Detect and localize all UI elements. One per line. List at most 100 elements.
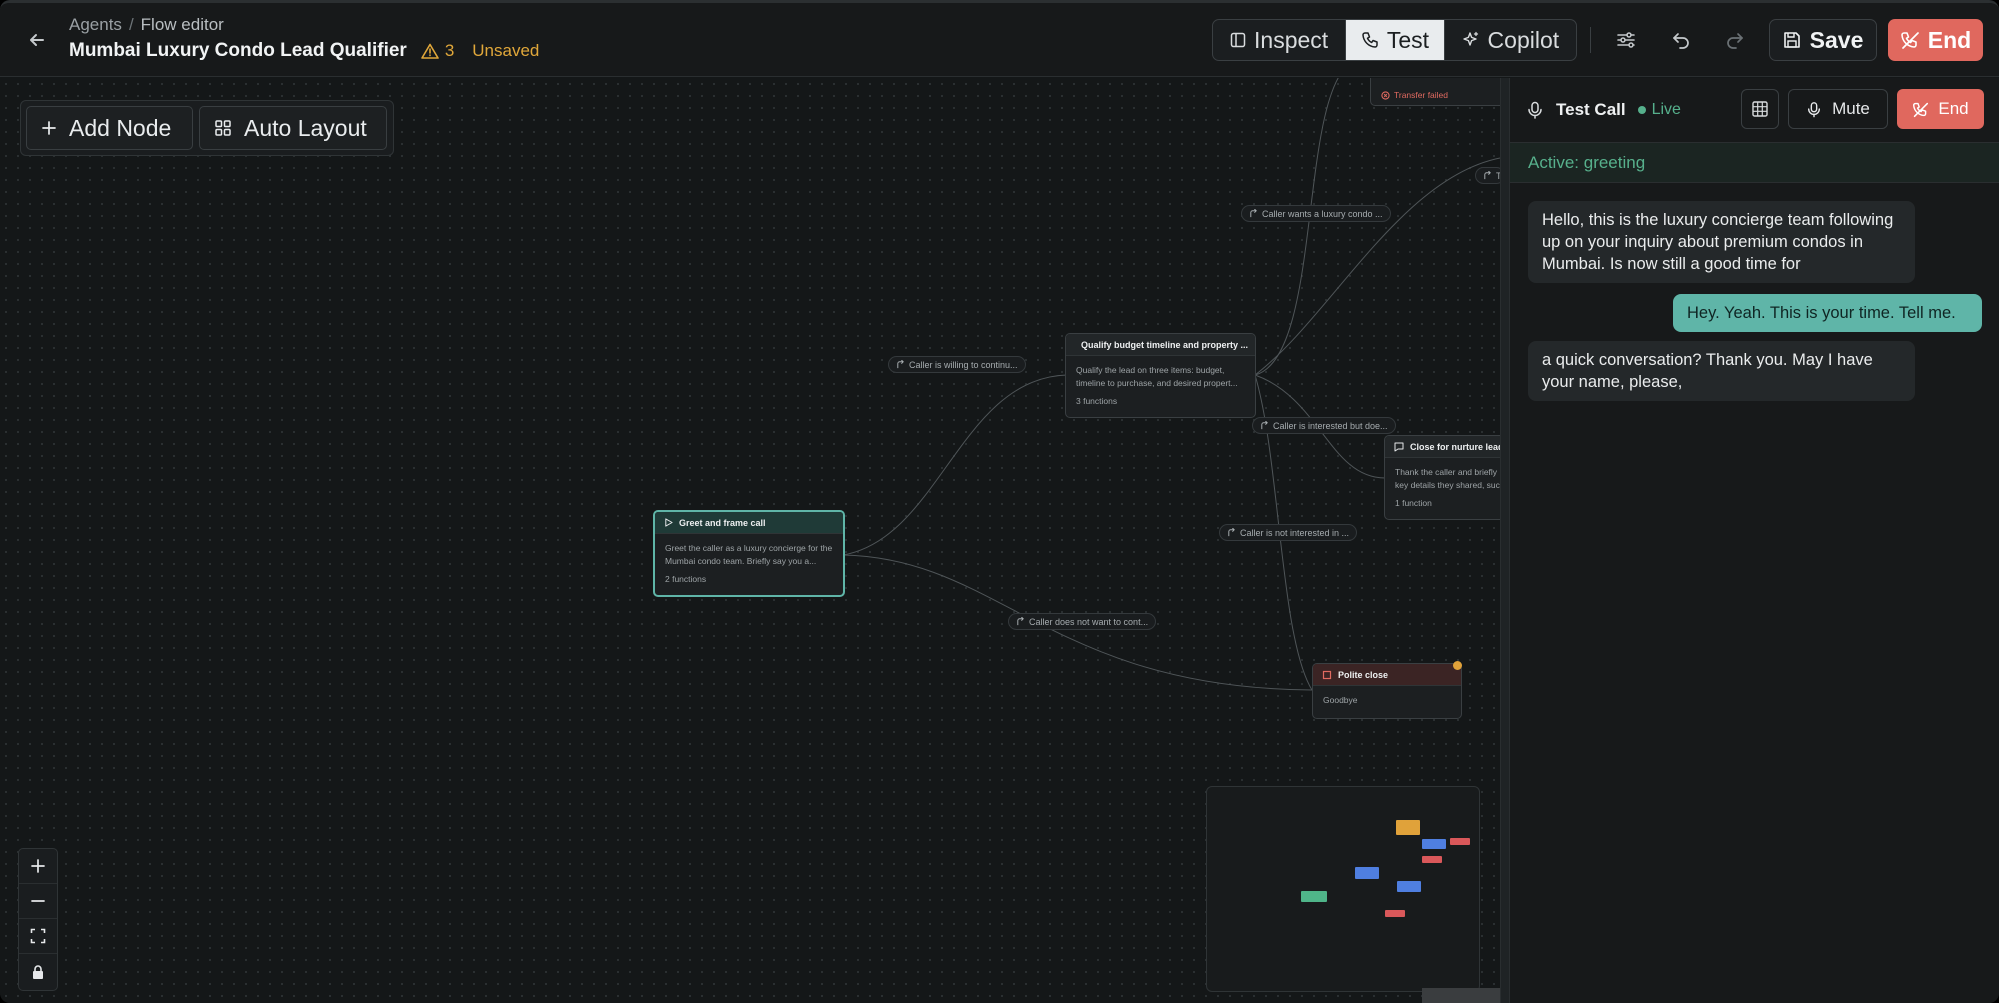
warnings-badge[interactable]: 3	[421, 41, 454, 61]
node-functions: 1 function	[1395, 498, 1432, 508]
auto-layout-label: Auto Layout	[244, 114, 367, 141]
minimap-node	[1422, 839, 1446, 849]
save-button[interactable]: Save	[1769, 19, 1877, 61]
node-title: Polite close	[1338, 669, 1389, 680]
transcript-message-agent: a quick conversation? Thank you. May I h…	[1528, 341, 1915, 401]
end-test-call-button[interactable]: End	[1897, 89, 1984, 129]
edge-label-not-continue[interactable]: Caller does not want to cont...	[1008, 613, 1157, 630]
node-greet[interactable]: Greet and frame call Greet the caller as…	[653, 510, 845, 597]
edge-label-interested-but[interactable]: Caller is interested but doe...	[1252, 417, 1396, 434]
node-body: Greet the caller as a luxury concierge f…	[665, 543, 833, 566]
title-row: Mumbai Luxury Condo Lead Qualifier 3 Uns…	[69, 40, 539, 62]
node-title: Qualify budget timeline and property ...	[1081, 339, 1249, 350]
tab-test[interactable]: Test	[1346, 20, 1445, 60]
transcript-message-user: Hey. Yeah. This is your time. Tell me.	[1673, 294, 1982, 332]
test-call-title: Test Call	[1556, 100, 1626, 119]
node-polite-close[interactable]: Polite close Goodbye	[1312, 663, 1462, 719]
minimap-node	[1396, 820, 1420, 835]
grid-layout-icon	[215, 120, 231, 136]
add-node-button[interactable]: Add Node	[26, 106, 193, 150]
active-node-indicator: Active: greeting	[1510, 143, 1999, 183]
branch-icon	[1484, 171, 1491, 180]
breadcrumb-separator: /	[128, 15, 134, 34]
transcript-message-agent: Hello, this is the luxury concierge team…	[1528, 201, 1915, 283]
arrow-left-icon	[30, 34, 44, 46]
message-square-icon	[1394, 442, 1404, 451]
lock-icon	[33, 964, 43, 979]
live-status: Live	[1651, 101, 1681, 118]
tab-inspect[interactable]: Inspect	[1213, 20, 1347, 60]
minimap-node	[1355, 867, 1379, 879]
unsaved-status: Unsaved	[472, 41, 540, 60]
mute-button[interactable]: Mute	[1788, 89, 1888, 129]
breadcrumb-current: Flow editor	[140, 15, 224, 34]
save-icon	[1783, 32, 1800, 48]
node-qualify[interactable]: Qualify budget timeline and property ...…	[1065, 333, 1256, 418]
branch-icon	[1261, 421, 1268, 430]
tab-copilot[interactable]: Copilot	[1445, 20, 1576, 60]
flow-canvas[interactable]: Add Node Auto Layout Transfer failed Cal…	[0, 78, 1500, 1003]
edge-label-text: Caller does not want to cont...	[1029, 616, 1149, 627]
mode-switcher: Inspect Test Copilot	[1212, 19, 1577, 61]
settings-sliders-button[interactable]	[1608, 22, 1644, 58]
redo-button[interactable]	[1717, 22, 1753, 58]
minimap-node	[1450, 838, 1470, 845]
edge-greet-qualify	[842, 374, 1068, 556]
plus-icon	[31, 859, 45, 873]
minus-icon	[31, 900, 45, 902]
save-button-label: Save	[1809, 26, 1864, 53]
end-button-label: End	[1927, 26, 1972, 53]
minimap-node	[1397, 881, 1421, 892]
add-node-label: Add Node	[69, 114, 172, 141]
microphone-icon	[1528, 101, 1542, 119]
warning-count: 3	[444, 41, 455, 60]
zoom-out-button[interactable]	[19, 884, 57, 919]
back-button[interactable]	[22, 25, 52, 55]
node-transfer[interactable]: Transfer failed	[1370, 78, 1500, 106]
live-indicator-dot	[1637, 106, 1646, 114]
edge-label-text: Caller is not interested in ...	[1240, 527, 1350, 538]
end-test-label: End	[1938, 99, 1969, 118]
edge-label-text: Caller wants a luxury condo ...	[1262, 208, 1383, 219]
warning-triangle-icon	[421, 43, 439, 59]
edge-label-text: Caller is willing to continu...	[909, 359, 1018, 370]
panel-resizer[interactable]	[1500, 78, 1510, 1003]
branch-icon	[897, 360, 904, 369]
mute-label: Mute	[1832, 99, 1870, 118]
end-call-button[interactable]: End	[1888, 19, 1983, 61]
top-header: Agents / Flow editor Mumbai Luxury Condo L…	[0, 3, 1999, 77]
header-divider	[1590, 27, 1591, 53]
edge-label-truncated[interactable]: Tr	[1475, 167, 1500, 184]
edge-label-text: Caller is interested but doe...	[1273, 420, 1388, 431]
auto-layout-button[interactable]: Auto Layout	[199, 106, 387, 150]
plus-icon	[42, 121, 56, 135]
play-icon	[665, 518, 673, 527]
page-title: Mumbai Luxury Condo Lead Qualifier	[69, 40, 407, 61]
minimap-node	[1422, 856, 1442, 863]
flow-editor-app: Agents / Flow editor Mumbai Luxury Condo L…	[0, 0, 1999, 1003]
node-title: Close for nurture lead	[1410, 441, 1500, 452]
minimap-node	[1301, 891, 1327, 902]
minimap[interactable]	[1206, 786, 1480, 992]
breadcrumb-agents-link[interactable]: Agents	[69, 15, 122, 34]
fit-view-button[interactable]	[19, 919, 57, 954]
edge-label-luxury[interactable]: Caller wants a luxury condo ...	[1241, 205, 1391, 222]
zoom-in-button[interactable]	[19, 849, 57, 884]
edge-label-willing[interactable]: Caller is willing to continu...	[888, 356, 1026, 373]
phone-off-icon	[1913, 102, 1929, 117]
node-body: Qualify the lead on three items: budget,…	[1076, 365, 1238, 388]
edge-qualify-tr	[1254, 157, 1500, 376]
tab-inspect-label: Inspect	[1254, 26, 1329, 53]
branch-icon	[1250, 209, 1257, 218]
lock-button[interactable]	[19, 954, 57, 989]
edge-label-not-interested[interactable]: Caller is not interested in ...	[1219, 524, 1358, 541]
tab-copilot-label: Copilot	[1487, 26, 1560, 53]
minimap-node	[1385, 910, 1405, 917]
node-nurture[interactable]: Close for nurture lead Thank the caller …	[1384, 435, 1500, 520]
keypad-button[interactable]	[1741, 89, 1779, 129]
branch-icon	[1228, 528, 1235, 537]
node-title: Greet and frame call	[679, 517, 766, 528]
fit-view-icon	[30, 928, 46, 944]
undo-button[interactable]	[1663, 22, 1699, 58]
test-call-header: Test Call Live Mute End	[1510, 78, 1999, 143]
